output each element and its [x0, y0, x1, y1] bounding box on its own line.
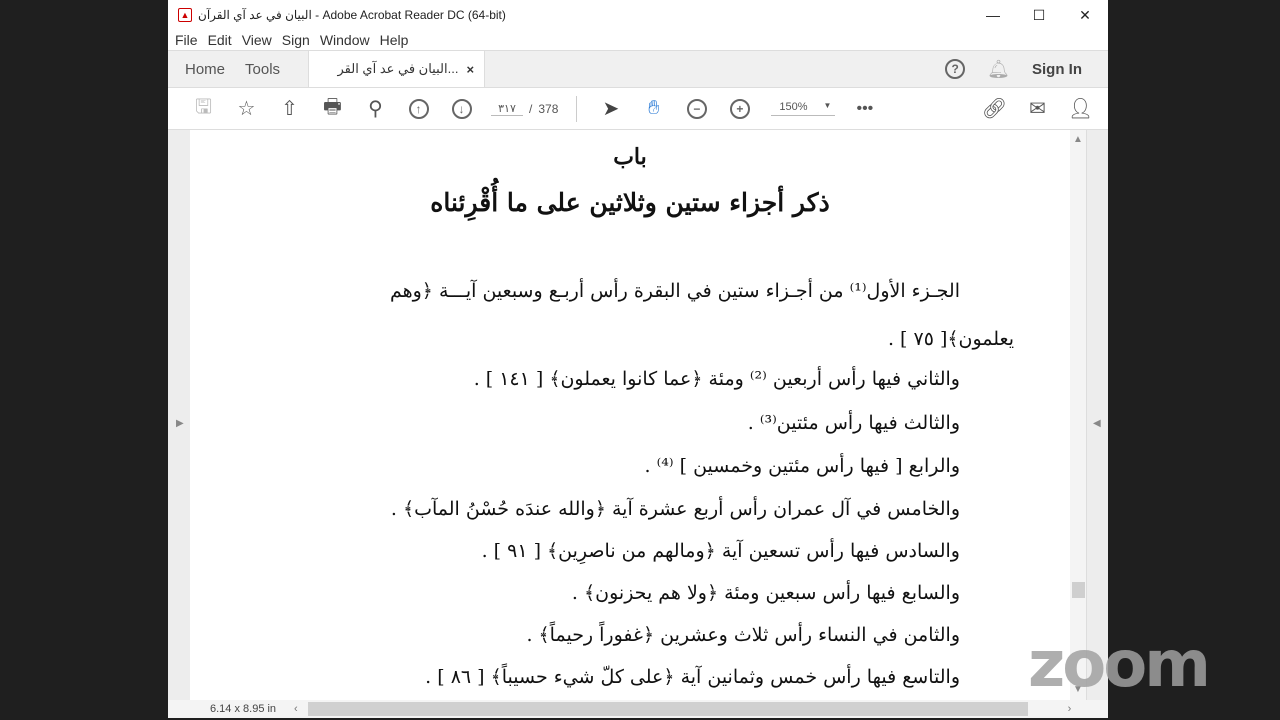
print-icon[interactable]: 🖶︎ — [311, 92, 354, 126]
hand-tool-icon[interactable]: ✋︎ — [632, 97, 675, 120]
left-panel-toggle[interactable]: ▶ — [168, 130, 190, 700]
expand-right-panel-icon[interactable]: ◀ — [1093, 418, 1101, 429]
document-area: ▶ باب ذكر أجزاء ستين وثلاثين على ما أُقْ… — [168, 130, 1108, 700]
text-line: والثالث فيها رأس مئتين⁽³⁾ . — [747, 412, 960, 434]
zoom-level-select[interactable]: 150% ▼ — [771, 101, 836, 116]
toolbar: 🖫︎ ☆ ⇧ 🖶︎ ⚲ ↑ ↓ ٣١٧ / 378 ➤ ✋︎ − + 150% ▼… — [168, 88, 1108, 130]
email-icon[interactable]: ✉ — [1016, 96, 1059, 121]
page-size: 6.14 x 8.95 in — [210, 703, 277, 715]
text-line: والثامن في النساء رأس ثلاث وعشرين ﴿غفورا… — [526, 624, 960, 646]
chevron-down-icon: ▼ — [823, 101, 832, 110]
add-user-icon[interactable]: 👤︎ — [1059, 96, 1102, 121]
menu-bar: File Edit View Sign Window Help — [168, 30, 1108, 50]
expand-left-panel-icon[interactable]: ▶ — [176, 418, 184, 429]
bell-icon[interactable]: 🔔︎ — [987, 59, 1010, 80]
text-line: والسادس فيها رأس تسعين آية ﴿ومالهم من نا… — [481, 540, 960, 562]
text-line: والرابع [ فيها رأس مئتين وخمسين ] ⁽⁴⁾ . — [644, 455, 960, 477]
menu-sign[interactable]: Sign — [282, 32, 310, 48]
scroll-right-icon[interactable]: › — [1068, 703, 1072, 715]
close-tab-icon[interactable]: × — [466, 62, 474, 77]
tab-tools[interactable]: Tools — [239, 51, 294, 87]
toolbar-divider — [576, 95, 578, 122]
next-page-icon[interactable]: ↓ — [440, 98, 483, 119]
zoom-in-icon[interactable]: + — [718, 98, 761, 119]
tab-document-label: البيان في عد آي القر... — [337, 61, 459, 76]
menu-view[interactable]: View — [242, 32, 272, 48]
total-pages: 378 — [538, 101, 559, 116]
scroll-up-icon[interactable]: ▲ — [1073, 134, 1083, 145]
zoom-watermark-logo: zoom — [1028, 628, 1211, 702]
minimize-button[interactable]: — — [970, 7, 1016, 23]
text-line: والثاني فيها رأس أربعين ⁽²⁾ ومئة ﴿عما كا… — [473, 368, 960, 390]
vertical-scrollbar[interactable]: ▲ ▼ — [1070, 130, 1086, 700]
title-bar: ▲ البيان في عد آي القرآن - Adobe Acrobat… — [168, 0, 1108, 30]
tab-document[interactable]: البيان في عد آي القر... × — [308, 51, 486, 87]
menu-window[interactable]: Window — [320, 32, 370, 48]
more-tools-icon[interactable]: ••• — [843, 100, 886, 118]
bookmark-star-icon[interactable]: ☆ — [225, 96, 268, 121]
text-line: والتاسع فيها رأس خمس وثمانين آية ﴿على كل… — [425, 666, 960, 688]
maximize-button[interactable]: ☐ — [1016, 7, 1062, 24]
share-link-icon[interactable]: 🔗︎ — [973, 96, 1016, 121]
menu-help[interactable]: Help — [380, 32, 409, 48]
text-line: والخامس في آل عمران رأس أربع عشرة آية ﴿و… — [390, 498, 960, 520]
page-separator: / — [529, 101, 533, 116]
sign-in-button[interactable]: Sign In — [1032, 61, 1082, 78]
scroll-left-icon[interactable]: ‹ — [294, 703, 298, 715]
previous-page-icon[interactable]: ↑ — [397, 98, 440, 119]
zoom-out-icon[interactable]: − — [675, 98, 718, 119]
chapter-subheading: ذكر أجزاء ستين وثلاثين على ما أُقْرِئناه — [430, 188, 830, 217]
status-bar: 6.14 x 8.95 in ‹ › — [168, 700, 1108, 718]
save-icon[interactable]: 🖫︎ — [182, 92, 225, 126]
right-panel-toggle[interactable]: ◀ — [1086, 130, 1108, 700]
acrobat-window: ▲ البيان في عد آي القرآن - Adobe Acrobat… — [168, 0, 1108, 718]
zoom-level-value: 150% — [779, 101, 808, 113]
pdf-app-icon: ▲ — [178, 8, 192, 22]
page-number-input[interactable]: ٣١٧ — [491, 102, 523, 116]
select-cursor-icon[interactable]: ➤ — [589, 96, 632, 121]
close-button[interactable]: ✕ — [1062, 7, 1108, 24]
text-line: والسابع فيها رأس سبعين ومئة ﴿ولا هم يحزن… — [571, 582, 960, 604]
text-line: الجـزء الأول⁽¹⁾ من أجـزاء ستين في البقرة… — [389, 280, 960, 302]
tab-bar: Home Tools البيان في عد آي القر... × ? 🔔… — [168, 50, 1108, 88]
scroll-thumb[interactable] — [1072, 582, 1085, 598]
text-line: يعلمون﴾[ ٧٥ ] . — [887, 328, 1014, 350]
horizontal-scrollbar[interactable] — [307, 702, 1028, 716]
window-title: البيان في عد آي القرآن - Adobe Acrobat R… — [198, 8, 506, 22]
chapter-heading: باب — [613, 144, 647, 170]
upload-cloud-icon[interactable]: ⇧ — [268, 96, 311, 121]
search-zoom-icon[interactable]: ⚲ — [354, 96, 397, 121]
help-icon[interactable]: ? — [945, 59, 966, 79]
pdf-page: باب ذكر أجزاء ستين وثلاثين على ما أُقْرِ… — [190, 130, 1070, 700]
tab-home[interactable]: Home — [168, 51, 239, 87]
menu-edit[interactable]: Edit — [208, 32, 232, 48]
menu-file[interactable]: File — [175, 32, 198, 48]
